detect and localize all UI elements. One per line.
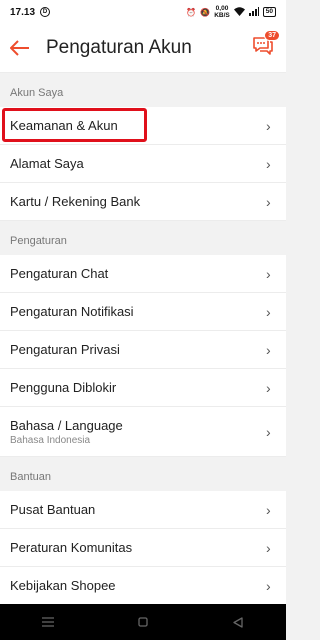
chat-button[interactable]: 37 [252,30,280,60]
item-label: Pusat Bantuan [10,502,96,517]
menu-lines-icon [41,617,54,627]
wifi-icon [233,6,245,18]
mute-icon: 🔕 [200,7,211,17]
menu-item-bahasa[interactable]: Bahasa / Language Bahasa Indonesia › [0,407,286,457]
menu-item-kebijakan-shopee[interactable]: Kebijakan Shopee › [0,567,286,605]
menu-item-peraturan-komunitas[interactable]: Peraturan Komunitas › [0,529,286,567]
menu-item-pusat-bantuan[interactable]: Pusat Bantuan › [0,491,286,529]
chevron-right-icon: › [266,501,271,518]
menu-item-kartu-rekening[interactable]: Kartu / Rekening Bank › [0,183,286,221]
menu-item-keamanan-akun[interactable]: Keamanan & Akun › [0,107,286,145]
item-label: Kebijakan Shopee [10,578,116,593]
back-button[interactable] [223,612,253,632]
item-label: Pengguna Diblokir [10,380,117,395]
item-label: Peraturan Komunitas [10,540,133,555]
item-label: Kartu / Rekening Bank [10,194,141,209]
menu-item-pengguna-diblokir[interactable]: Pengguna Diblokir › [0,369,286,407]
chevron-right-icon: › [266,577,271,594]
app-bar: Pengaturan Akun 37 [0,24,286,73]
chevron-right-icon: › [266,341,271,358]
chevron-right-icon: › [266,193,271,210]
network-speed: 0,00 KB/S [214,5,230,19]
chevron-right-icon: › [266,265,271,282]
home-button[interactable] [128,612,158,632]
chevron-right-icon: › [266,423,271,440]
section-header-bantuan: Bantuan [0,457,286,491]
item-label: Alamat Saya [10,156,84,171]
triangle-back-icon [233,616,243,628]
item-label: Pengaturan Chat [10,266,109,281]
item-sublabel: Bahasa Indonesia [10,434,91,446]
chevron-right-icon: › [266,539,271,556]
menu-item-pengaturan-privasi[interactable]: Pengaturan Privasi › [0,331,286,369]
recents-button[interactable] [33,612,63,632]
status-bar: 17.13 D ⏰ 🔕 0,00 KB/S 50 [0,0,286,24]
status-time: 17.13 [10,6,36,18]
section-header-pengaturan: Pengaturan [0,221,286,255]
item-label: Keamanan & Akun [10,118,118,133]
menu-item-pengaturan-notifikasi[interactable]: Pengaturan Notifikasi › [0,293,286,331]
square-icon [138,617,148,627]
battery-icon: 50 [262,7,276,17]
system-nav-bar [0,604,286,640]
section-header-akun-saya: Akun Saya [0,73,286,107]
notification-d-icon: D [40,7,51,17]
signal-icon [248,6,259,18]
alarm-icon: ⏰ [186,7,197,17]
chevron-right-icon: › [266,303,271,320]
page-title: Pengaturan Akun [46,37,192,58]
chevron-right-icon: › [266,155,271,172]
chevron-right-icon: › [266,379,271,396]
menu-item-pengaturan-chat[interactable]: Pengaturan Chat › [0,255,286,293]
back-arrow-icon[interactable] [10,37,32,59]
item-label: Pengaturan Privasi [10,342,120,357]
chevron-right-icon: › [266,117,271,134]
menu-item-alamat-saya[interactable]: Alamat Saya › [0,145,286,183]
item-label: Bahasa / Language [10,417,123,433]
chat-badge: 37 [264,30,280,41]
item-label: Pengaturan Notifikasi [10,304,134,319]
